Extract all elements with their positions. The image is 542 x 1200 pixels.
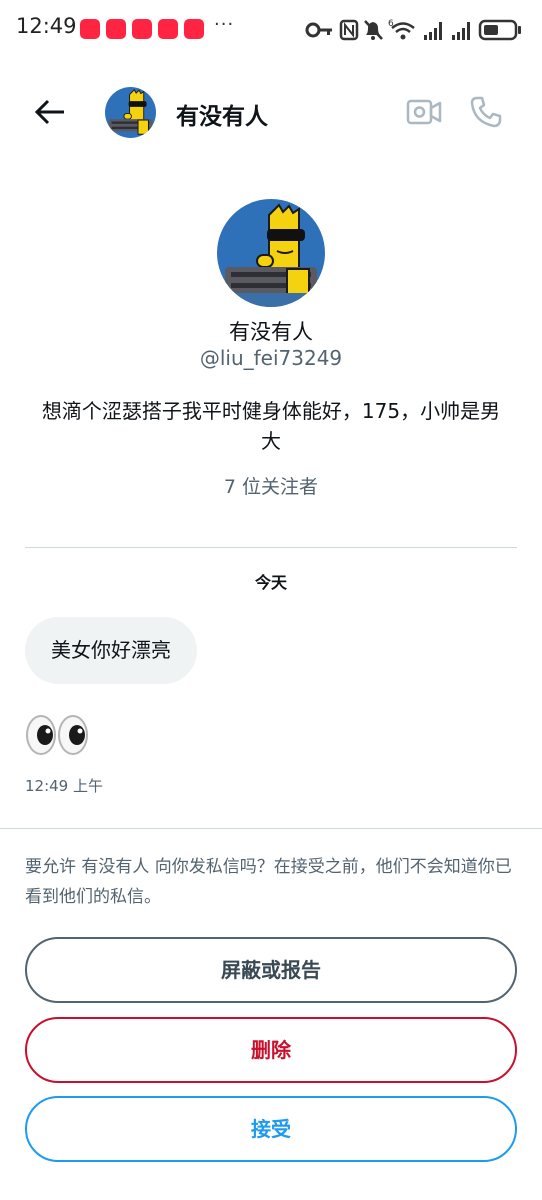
app-notification-icon	[80, 19, 100, 39]
day-label: 今天	[254, 573, 287, 592]
divider	[0, 828, 542, 829]
bart-avatar-image	[105, 87, 156, 138]
key-icon	[305, 22, 332, 38]
status-time: 12:49	[16, 14, 77, 38]
app-notification-icon	[106, 19, 126, 39]
mute-bell-icon	[364, 20, 383, 40]
status-bar: 12:49 ··· 6	[0, 0, 542, 60]
header-title[interactable]: 有没有人	[176, 97, 268, 131]
profile-bio: 想滴个涩瑟搭子我平时健身体能好，175，小帅是男大	[41, 399, 501, 453]
conversation-header: 有没有人	[0, 80, 542, 144]
delete-button[interactable]: 删除	[25, 1017, 517, 1083]
status-icons: 6	[304, 16, 526, 44]
block-or-report-button[interactable]: 屏蔽或报告	[25, 937, 517, 1003]
dm-request-screen: 12:49 ··· 6 有没有人 有没有人 @liu_fei73249 想滴个涩…	[0, 0, 542, 1200]
nfc-icon	[339, 19, 359, 41]
profile-name[interactable]: 有没有人	[0, 316, 542, 346]
battery-icon	[478, 19, 521, 41]
app-notification-icon	[158, 19, 178, 39]
message-request-prompt: 要允许 有没有人 向你发私信吗？在接受之前，他们不会知道你已看到他们的私信。	[25, 857, 512, 907]
accept-button[interactable]: 接受	[25, 1096, 517, 1162]
more-notifications-icon: ···	[214, 14, 235, 35]
followers-count[interactable]: 7 位关注者	[0, 472, 542, 499]
back-button[interactable]	[30, 94, 70, 130]
profile-avatar[interactable]	[217, 199, 325, 307]
divider	[25, 547, 517, 548]
voice-call-button[interactable]	[468, 94, 504, 130]
video-call-button[interactable]	[406, 96, 442, 128]
app-notification-icon	[132, 19, 152, 39]
eyes-emoji-message[interactable]	[25, 714, 91, 756]
signal-icon	[424, 22, 442, 40]
app-notification-icon	[184, 19, 204, 39]
back-arrow-icon	[34, 99, 64, 125]
message-time: 12:49 上午	[25, 777, 103, 795]
avatar[interactable]	[105, 87, 156, 138]
signal-icon	[452, 22, 470, 40]
wifi-icon: 6	[388, 19, 415, 40]
profile-handle[interactable]: @liu_fei73249	[0, 346, 542, 370]
video-camera-icon	[406, 99, 442, 125]
phone-icon	[470, 96, 502, 128]
eyes-emoji-icon	[26, 715, 88, 755]
message-bubble[interactable]: 美女你好漂亮	[25, 617, 197, 684]
bart-avatar-image	[217, 199, 325, 307]
